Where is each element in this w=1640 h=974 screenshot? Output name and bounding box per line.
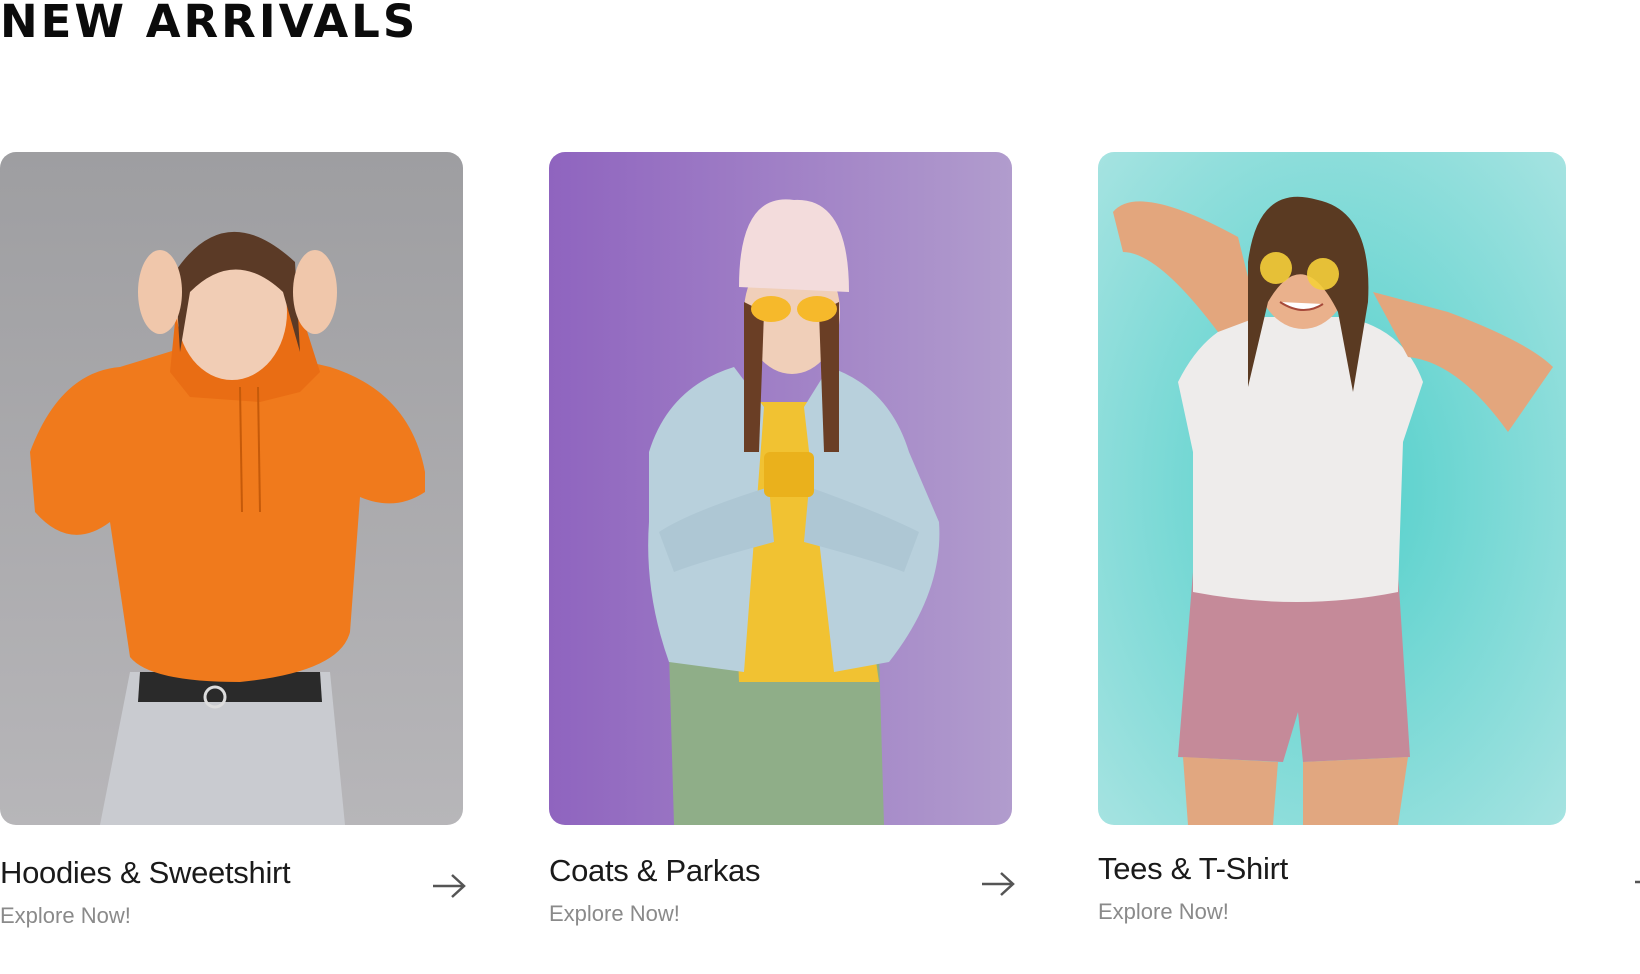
- card-title[interactable]: Coats & Parkas: [549, 853, 760, 889]
- section-title: NEW ARRIVALS: [0, 0, 419, 48]
- category-card-hoodies[interactable]: Hoodies & Sweetshirt Explore Now!: [0, 152, 466, 945]
- product-image-hoodies[interactable]: [0, 152, 463, 825]
- category-card-tees[interactable]: Tees & T-Shirt Explore Now!: [1098, 152, 1640, 945]
- arrow-right-icon[interactable]: [1633, 869, 1640, 895]
- product-image-coats[interactable]: [549, 152, 1012, 825]
- explore-now-link[interactable]: Explore Now!: [1098, 899, 1229, 925]
- product-image-tees[interactable]: [1098, 152, 1566, 825]
- arrow-right-icon[interactable]: [431, 873, 467, 899]
- arrow-right-icon[interactable]: [980, 871, 1016, 897]
- card-title[interactable]: Tees & T-Shirt: [1098, 851, 1288, 887]
- explore-now-link[interactable]: Explore Now!: [549, 901, 680, 927]
- category-card-coats[interactable]: Coats & Parkas Explore Now!: [549, 152, 1015, 945]
- explore-now-link[interactable]: Explore Now!: [0, 903, 131, 929]
- card-title[interactable]: Hoodies & Sweetshirt: [0, 855, 291, 891]
